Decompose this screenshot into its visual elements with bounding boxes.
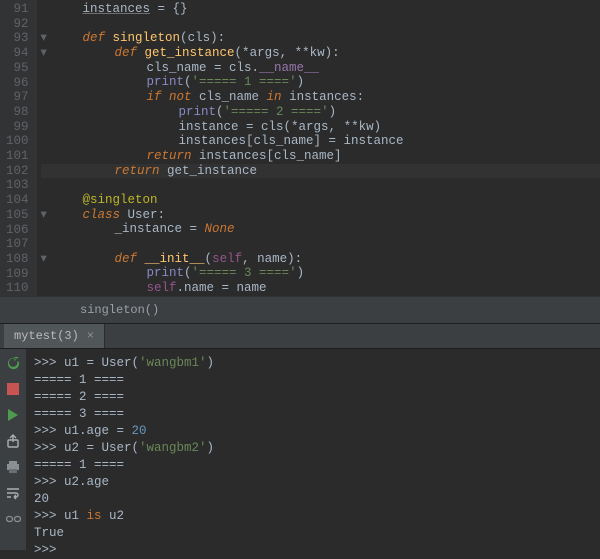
console-line: ===== 3 ====: [34, 406, 592, 423]
line-number: 91: [6, 2, 29, 17]
line-number: 104: [6, 193, 29, 208]
line-number: 92: [6, 17, 29, 32]
console-toolstrip: [0, 349, 26, 550]
line-number: 95: [6, 61, 29, 76]
code-line[interactable]: _instance = None: [41, 222, 600, 237]
line-number: 102: [6, 164, 29, 179]
stop-icon[interactable]: [5, 381, 21, 397]
line-number: 93: [6, 31, 29, 46]
console-line: >>> u1 is u2: [34, 508, 592, 525]
play-icon[interactable]: [5, 407, 21, 423]
code-area[interactable]: instances = {} ▾def singleton(cls):▾def …: [37, 0, 600, 296]
console-line: >>> u2 = User('wangbm2'): [34, 440, 592, 457]
code-editor[interactable]: 9192939495969798991001011021031041051061…: [0, 0, 600, 296]
code-line[interactable]: self.name = name: [41, 281, 600, 296]
console-tabbar: mytest(3) ×: [0, 324, 600, 349]
link-icon[interactable]: [5, 511, 21, 527]
line-number: 101: [6, 149, 29, 164]
line-number: 108: [6, 252, 29, 267]
code-line[interactable]: @singleton: [41, 193, 600, 208]
code-line[interactable]: instance = cls(*args, **kw): [41, 120, 600, 135]
line-number-gutter: 9192939495969798991001011021031041051061…: [0, 0, 37, 296]
export-icon[interactable]: [5, 433, 21, 449]
fold-icon[interactable]: ▾: [41, 252, 51, 267]
console-output[interactable]: >>> u1 = User('wangbm1')===== 1 ========…: [26, 349, 600, 550]
print-icon[interactable]: [5, 459, 21, 475]
line-number: 98: [6, 105, 29, 120]
code-line[interactable]: ▾class User:: [41, 208, 600, 223]
code-line[interactable]: instances[cls_name] = instance: [41, 134, 600, 149]
console-line: >>> u2.age: [34, 474, 592, 491]
line-number: 97: [6, 90, 29, 105]
line-number: 105: [6, 208, 29, 223]
tab-label: mytest(3): [14, 329, 79, 343]
line-number: 96: [6, 76, 29, 91]
console-line: ===== 1 ====: [34, 457, 592, 474]
code-line[interactable]: ▾def singleton(cls):: [41, 31, 600, 46]
code-line[interactable]: print('===== 1 ===='): [41, 75, 600, 90]
line-number: 100: [6, 134, 29, 149]
fold-icon[interactable]: ▾: [41, 208, 51, 223]
console-line: ===== 1 ====: [34, 372, 592, 389]
console-line: True: [34, 525, 592, 542]
console-panel: >>> u1 = User('wangbm1')===== 1 ========…: [0, 349, 600, 550]
rerun-icon[interactable]: [5, 355, 21, 371]
code-line[interactable]: [41, 178, 600, 193]
line-number: 99: [6, 120, 29, 135]
wrap-icon[interactable]: [5, 485, 21, 501]
line-number: 110: [6, 281, 29, 296]
fold-icon[interactable]: ▾: [41, 31, 51, 46]
code-line[interactable]: [41, 237, 600, 252]
code-line[interactable]: instances = {}: [41, 2, 600, 17]
console-line: 20: [34, 491, 592, 508]
code-line[interactable]: cls_name = cls.__name__: [41, 61, 600, 76]
console-line: >>> u1.age = 20: [34, 423, 592, 440]
code-line[interactable]: return instances[cls_name]: [41, 149, 600, 164]
line-number: 107: [6, 237, 29, 252]
code-line[interactable]: ▾def __init__(self, name):: [41, 252, 600, 267]
tab-mytest[interactable]: mytest(3) ×: [4, 324, 105, 348]
breadcrumb[interactable]: singleton(): [0, 296, 600, 324]
close-icon[interactable]: ×: [87, 329, 94, 343]
breadcrumb-text: singleton(): [80, 303, 159, 317]
code-line[interactable]: print('===== 3 ===='): [41, 266, 600, 281]
line-number: 94: [6, 46, 29, 61]
code-line[interactable]: print('===== 2 ===='): [41, 105, 600, 120]
line-number: 106: [6, 223, 29, 238]
line-number: 109: [6, 267, 29, 282]
code-line[interactable]: [41, 17, 600, 32]
line-number: 103: [6, 178, 29, 193]
code-line[interactable]: if not cls_name in instances:: [41, 90, 600, 105]
console-line: >>> u1 = User('wangbm1'): [34, 355, 592, 372]
console-line: ===== 2 ====: [34, 389, 592, 406]
fold-icon[interactable]: ▾: [41, 46, 51, 61]
code-line[interactable]: ▾def get_instance(*args, **kw):: [41, 46, 600, 61]
code-line[interactable]: return get_instance: [41, 164, 600, 179]
